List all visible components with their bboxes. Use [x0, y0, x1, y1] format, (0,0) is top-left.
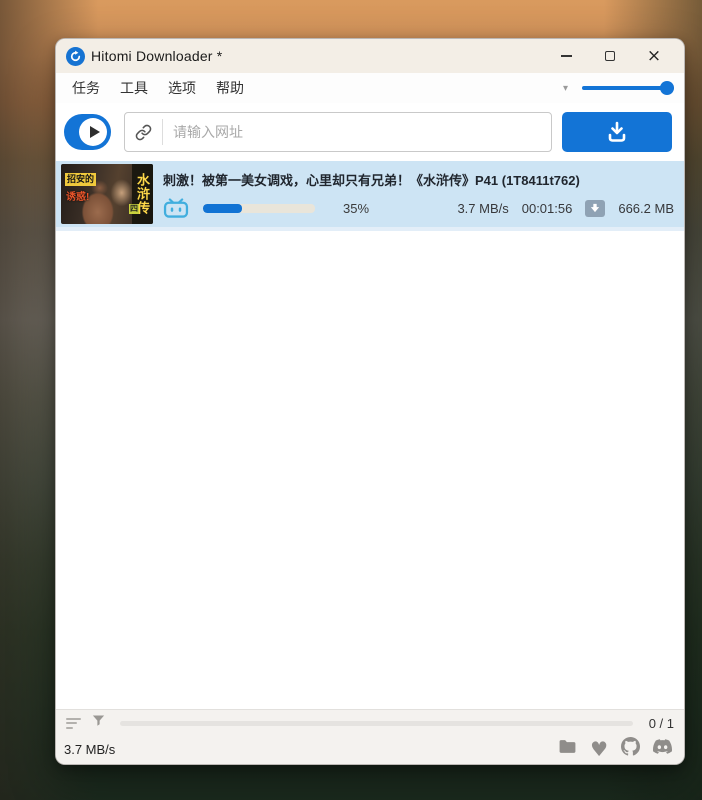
download-state-icon[interactable]: [585, 199, 606, 217]
bilibili-icon: [163, 198, 189, 218]
link-icon: [125, 119, 163, 145]
toolbar: [56, 103, 684, 161]
statusbar-info-row: 3.7 MB/s ♥: [56, 736, 684, 764]
app-window: Hitomi Downloader * × 任务 工具 选项 帮助 ▾ 请输入网…: [55, 38, 685, 765]
close-button[interactable]: ×: [632, 41, 676, 71]
video-thumbnail: 招安的 诱惑! 水浒传 四: [61, 164, 153, 224]
app-logo-icon: [66, 46, 85, 66]
window-title: Hitomi Downloader *: [91, 48, 223, 64]
url-input[interactable]: [163, 124, 551, 140]
play-icon: [79, 118, 107, 146]
menu-options[interactable]: 选项: [158, 74, 206, 102]
start-toggle-button[interactable]: [64, 114, 111, 150]
item-size: 666.2 MB: [618, 200, 674, 216]
thumbnail-tag-text-2: 诱惑!: [66, 192, 90, 203]
minimize-icon: [560, 55, 572, 57]
discord-icon[interactable]: [652, 737, 673, 761]
item-speed: 3.7 MB/s: [457, 200, 509, 216]
item-body: 刺激！被第一美女调戏，心里却只有兄弟！《水浒传》P41 (1T8411t762): [163, 170, 674, 218]
item-progress-percent: 35%: [343, 200, 370, 216]
heart-icon[interactable]: ♥: [590, 739, 608, 759]
download-item-row[interactable]: 招安的 诱惑! 水浒传 四 刺激！被第一美女调戏，心里却只有兄弟！《水浒传》P4…: [56, 161, 684, 231]
item-progress-row: 35% 3.7 MB/s 00:01:56 666.2 MB: [163, 198, 674, 218]
thumbnail-badge: 四: [129, 203, 139, 214]
folder-icon[interactable]: [558, 737, 577, 761]
close-icon: ×: [646, 45, 662, 66]
item-progress-bar: [203, 203, 315, 213]
download-counter: 0 / 1: [648, 715, 674, 731]
chevron-down-icon[interactable]: ▾: [563, 83, 568, 94]
thumbnail-banner: 水浒传: [132, 164, 153, 224]
filter-funnel-icon[interactable]: [91, 713, 106, 733]
menu-help[interactable]: 帮助: [206, 74, 254, 102]
maximize-button[interactable]: [588, 41, 632, 71]
menubar: 任务 工具 选项 帮助 ▾: [56, 73, 684, 103]
github-icon[interactable]: [621, 737, 640, 761]
slider-handle[interactable]: [660, 81, 674, 95]
item-stats: 3.7 MB/s 00:01:56 666.2 MB: [457, 199, 674, 217]
download-list: 招安的 诱惑! 水浒传 四 刺激！被第一美女调戏，心里却只有兄弟！《水浒传》P4…: [56, 161, 684, 709]
statusbar: 0 / 1 3.7 MB/s ♥: [56, 709, 684, 764]
titlebar[interactable]: Hitomi Downloader * ×: [56, 39, 684, 73]
speed-limit-slider[interactable]: [582, 81, 674, 95]
window-controls: ×: [544, 41, 676, 71]
menu-tasks[interactable]: 任务: [62, 74, 110, 102]
overall-progress-bar: [120, 720, 633, 726]
item-eta: 00:01:56: [521, 200, 573, 216]
download-icon: [608, 121, 626, 142]
minimize-button[interactable]: [544, 41, 588, 71]
sort-icon[interactable]: [66, 717, 81, 729]
item-title: 刺激！被第一美女调戏，心里却只有兄弟！《水浒传》P41 (1T8411t762): [163, 173, 580, 188]
url-input-box: [124, 112, 552, 152]
statusbar-links: ♥: [558, 737, 673, 761]
menu-tools[interactable]: 工具: [110, 74, 158, 102]
item-progress-fill: [203, 203, 243, 213]
statusbar-progress-row: 0 / 1: [56, 710, 684, 736]
total-speed: 3.7 MB/s: [64, 741, 116, 757]
download-button[interactable]: [562, 112, 672, 152]
desktop-wallpaper: Hitomi Downloader * × 任务 工具 选项 帮助 ▾ 请输入网…: [0, 0, 702, 800]
thumbnail-tag-text: 招安的: [65, 173, 97, 186]
maximize-icon: [605, 51, 615, 61]
menubar-right: ▾: [563, 81, 674, 95]
